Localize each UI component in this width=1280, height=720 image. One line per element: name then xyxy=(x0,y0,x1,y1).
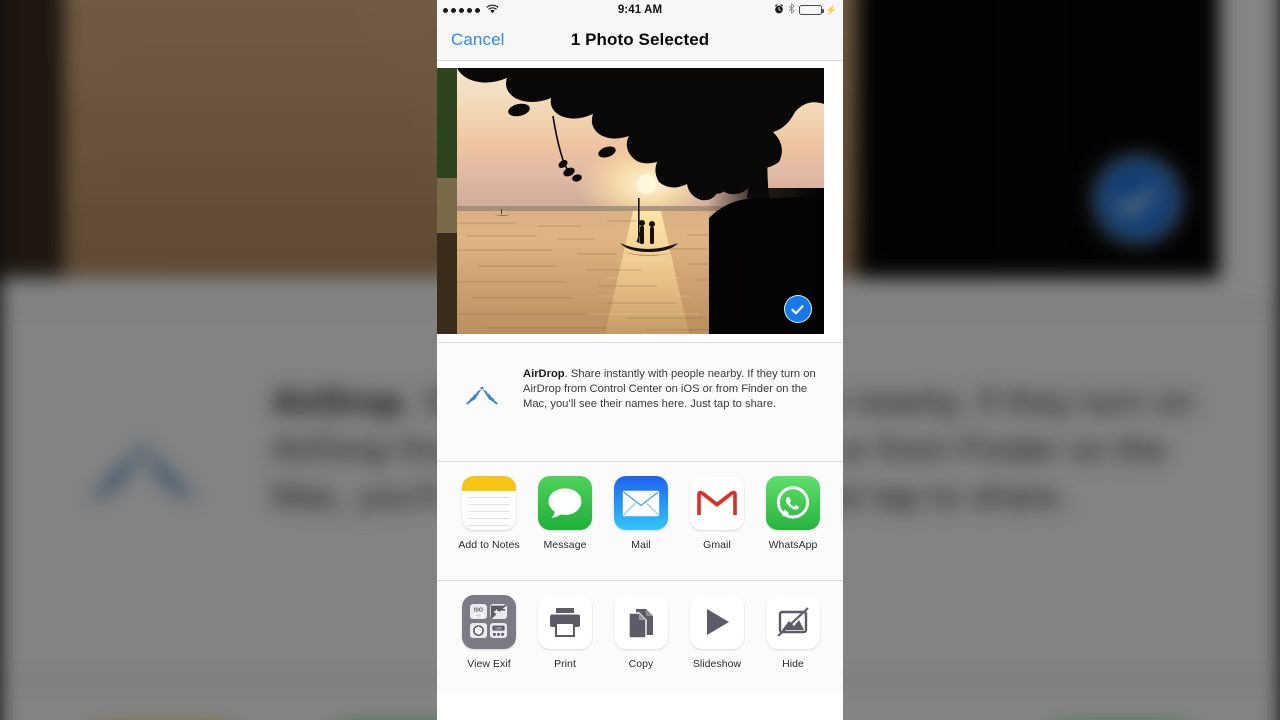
printer-icon xyxy=(538,595,592,649)
status-bar: 9:41 AM ⚡ xyxy=(437,0,843,20)
svg-text:400: 400 xyxy=(476,613,481,617)
share-target-gmail[interactable]: Gmail xyxy=(679,476,755,551)
action-label: Print xyxy=(554,658,576,670)
action-label: Copy xyxy=(628,658,654,670)
share-target-mail[interactable]: Mail xyxy=(603,476,679,551)
action-row[interactable]: ISO 400 1/60 View Exif Print Copy Slides… xyxy=(437,581,843,694)
whatsapp-icon xyxy=(766,476,820,530)
sunset-boat-photo xyxy=(456,68,824,334)
action-label: Hide xyxy=(782,658,804,670)
bluetooth-icon xyxy=(788,3,795,17)
adjacent-photo-thumbnail xyxy=(0,0,70,279)
signal-strength xyxy=(443,4,499,17)
airdrop-body: . Share instantly with people nearby. If… xyxy=(523,368,816,411)
signal-dot xyxy=(475,7,480,13)
action-hide[interactable]: Hide xyxy=(755,595,831,670)
share-target-label: Mail xyxy=(631,539,651,551)
share-target-whatsapp[interactable]: WhatsApp xyxy=(755,476,831,551)
charging-bolt-icon: ⚡ xyxy=(825,4,837,15)
signal-dot xyxy=(467,7,472,13)
airdrop-title: AirDrop xyxy=(523,368,565,380)
share-target-label: WhatsApp xyxy=(768,539,818,551)
action-label: Slideshow xyxy=(692,658,742,670)
signal-dot xyxy=(459,7,464,13)
alarm-clock-icon xyxy=(774,3,784,17)
airdrop-section[interactable]: AirDrop. Share instantly with people nea… xyxy=(437,343,843,461)
messages-icon xyxy=(538,476,592,530)
airdrop-title: AirDrop xyxy=(271,385,403,423)
action-view-exif[interactable]: ISO 400 1/60 View Exif xyxy=(451,595,527,670)
share-app-row[interactable]: Add to Notes Message Mail Gmail WhatsApp xyxy=(437,462,843,580)
share-target-add-to-notes[interactable]: Add to Notes xyxy=(451,476,527,551)
selected-photo[interactable] xyxy=(456,68,824,334)
screen-root: 9:41 AM ⚡ xyxy=(0,0,1280,720)
photo-selected-check-icon xyxy=(1092,155,1181,244)
navigation-bar: Cancel 1 Photo Selected xyxy=(437,20,843,61)
notes-icon xyxy=(462,476,516,530)
battery-icon xyxy=(798,5,824,15)
svg-text:1/60: 1/60 xyxy=(495,627,502,631)
signal-dot xyxy=(451,7,456,13)
photo-selected-check-icon[interactable] xyxy=(783,295,812,323)
airdrop-icon xyxy=(70,363,215,536)
share-target-label: Gmail xyxy=(703,539,731,551)
share-target-label: Message xyxy=(543,539,587,551)
airdrop-description: AirDrop. Share instantly with people nea… xyxy=(523,361,823,413)
hide-icon xyxy=(766,595,820,649)
wifi-icon xyxy=(486,4,499,17)
icloud-photo-sharing-icon xyxy=(842,476,843,530)
mail-icon xyxy=(614,476,668,530)
action-copy[interactable]: Copy xyxy=(603,595,679,670)
view-exif-icon: ISO 400 1/60 xyxy=(462,595,516,649)
share-target-icloud-photo-sharing[interactable]: iCl xyxy=(831,476,843,551)
photo-preview-strip xyxy=(437,61,843,342)
phone-screenshot: 9:41 AM ⚡ Cancel 1 Photo Selected AirDro… xyxy=(437,0,843,720)
action-print[interactable]: Print xyxy=(527,595,603,670)
gmail-icon xyxy=(690,476,744,530)
signal-dot xyxy=(443,7,448,13)
airdrop-icon xyxy=(459,361,505,416)
share-target-label: Add to Notes xyxy=(458,539,520,551)
play-icon xyxy=(690,595,744,649)
cancel-button[interactable]: Cancel xyxy=(451,30,505,50)
action-slideshow[interactable]: Slideshow xyxy=(679,595,755,670)
share-target-message[interactable]: Message xyxy=(527,476,603,551)
copy-icon xyxy=(614,595,668,649)
action-label: View Exif xyxy=(467,658,511,670)
